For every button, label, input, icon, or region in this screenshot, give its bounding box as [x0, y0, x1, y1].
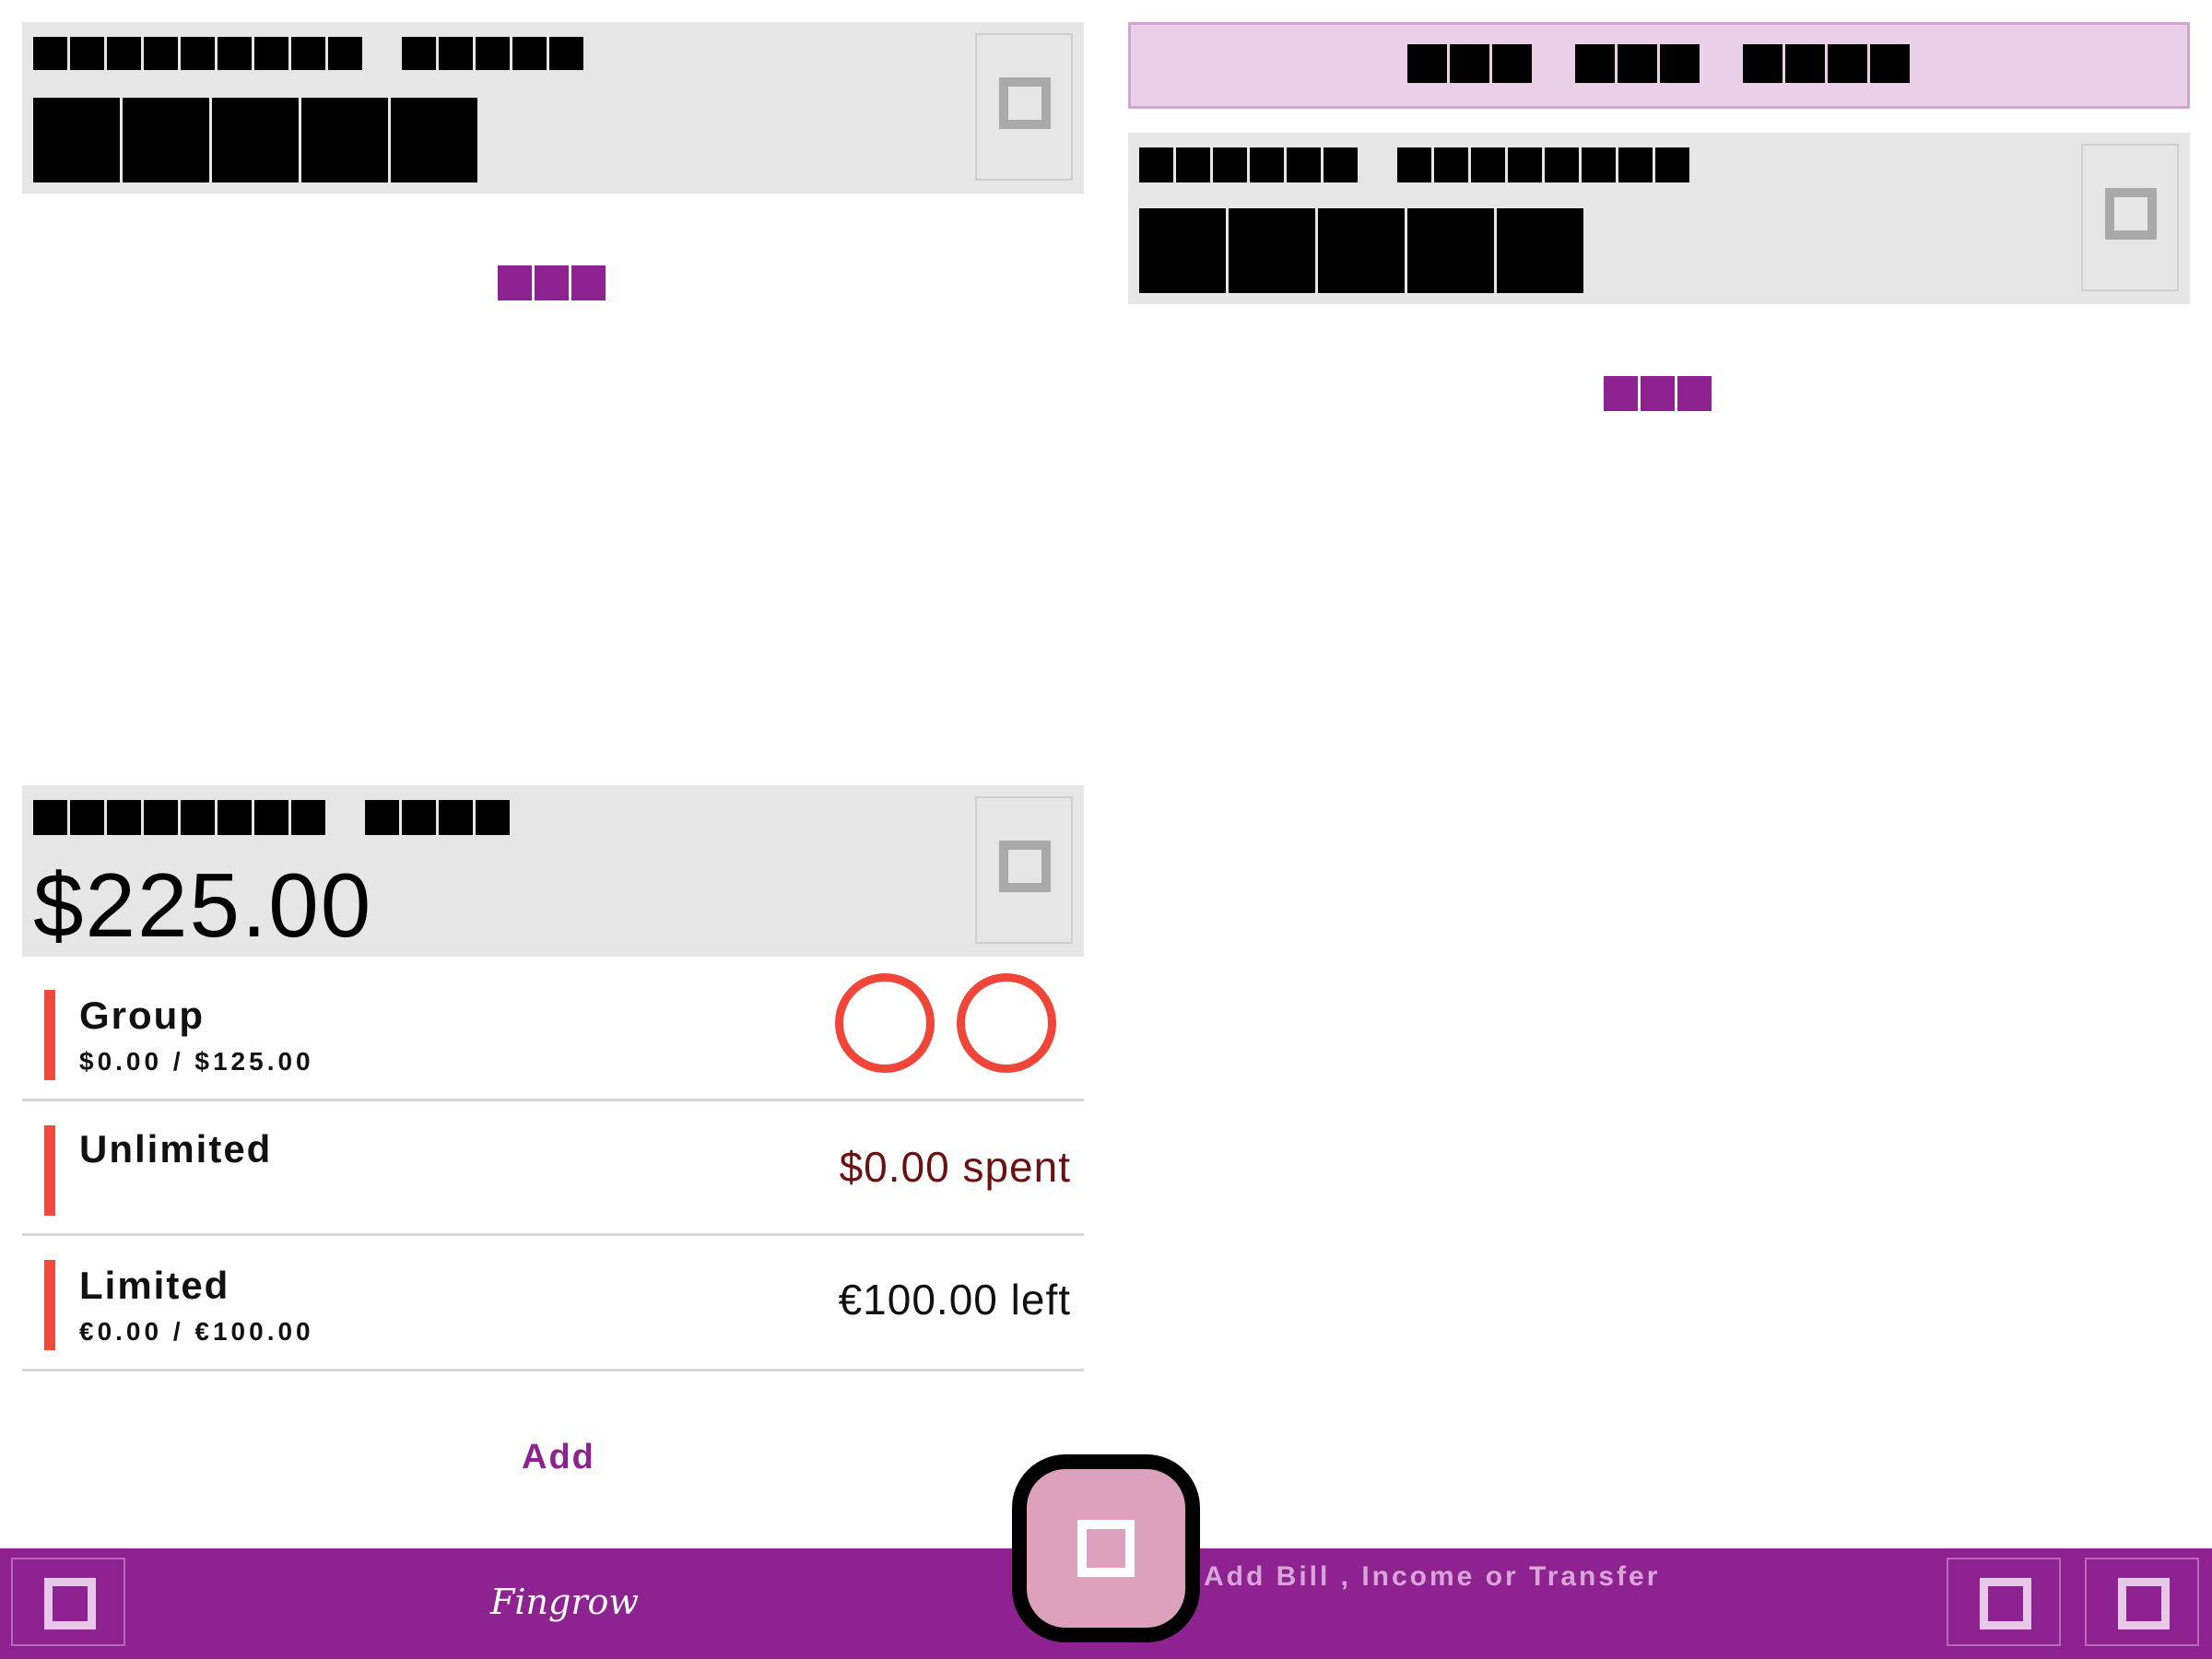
budget-row-limited[interactable]: Limited €0.00 / €100.00 €100.00 left: [22, 1236, 1084, 1371]
square-icon: [2105, 188, 2157, 240]
budget-menu-button[interactable]: [975, 796, 1073, 944]
menu-icon: [44, 1578, 96, 1630]
period-tabs[interactable]: [1128, 22, 2190, 109]
summary-card: [1128, 133, 2190, 304]
tabs-label-redacted: [1407, 44, 1949, 83]
status-bar: [44, 990, 55, 1080]
status-bar: [44, 1260, 55, 1350]
card-menu-button[interactable]: [975, 33, 1073, 181]
budget-row-unlimited[interactable]: Unlimited $0.00 spent: [22, 1101, 1084, 1236]
nav-icon-2: [2118, 1578, 2170, 1630]
row-name: Limited: [79, 1264, 230, 1307]
ring-icon: [957, 973, 1056, 1073]
menu-button[interactable]: [11, 1558, 125, 1646]
ring-icon: [835, 973, 935, 1073]
balance-card: [22, 22, 1084, 194]
app-logo: Fingrow: [490, 1582, 639, 1622]
card-link-redacted[interactable]: [498, 265, 645, 300]
add-transaction-button[interactable]: [1012, 1454, 1200, 1642]
budget-title-redacted: [33, 800, 549, 835]
row-detail: €0.00 / €100.00: [79, 1317, 314, 1346]
add-button[interactable]: Add: [522, 1438, 595, 1477]
row-left: €100.00 left: [838, 1276, 1071, 1324]
budget-row-group[interactable]: Group $0.00 / $125.00: [22, 966, 1084, 1101]
status-bar: [44, 1125, 55, 1216]
card-value-redacted: [33, 98, 517, 182]
card-title-redacted: [33, 37, 623, 70]
square-icon: [999, 77, 1051, 129]
add-icon: [1077, 1520, 1135, 1577]
square-icon: [999, 841, 1051, 892]
summary-value-redacted: [1139, 208, 1623, 293]
fab-label[interactable]: Add Bill , Income or Transfer: [1204, 1561, 1660, 1593]
nav-icon-1: [1980, 1578, 2031, 1630]
row-detail: $0.00 / $125.00: [79, 1047, 314, 1076]
nav-button-1[interactable]: [1947, 1558, 2061, 1646]
summary-title-redacted: [1139, 147, 1729, 182]
budget-card: $225.00: [22, 785, 1084, 957]
row-spent: $0.00 spent: [839, 1143, 1071, 1191]
summary-menu-button[interactable]: [2081, 144, 2179, 291]
row-name: Group: [79, 994, 205, 1037]
row-name: Unlimited: [79, 1127, 273, 1171]
budget-amount: $225.00: [33, 854, 373, 956]
summary-link-redacted[interactable]: [1604, 376, 1751, 411]
nav-button-2[interactable]: [2085, 1558, 2199, 1646]
